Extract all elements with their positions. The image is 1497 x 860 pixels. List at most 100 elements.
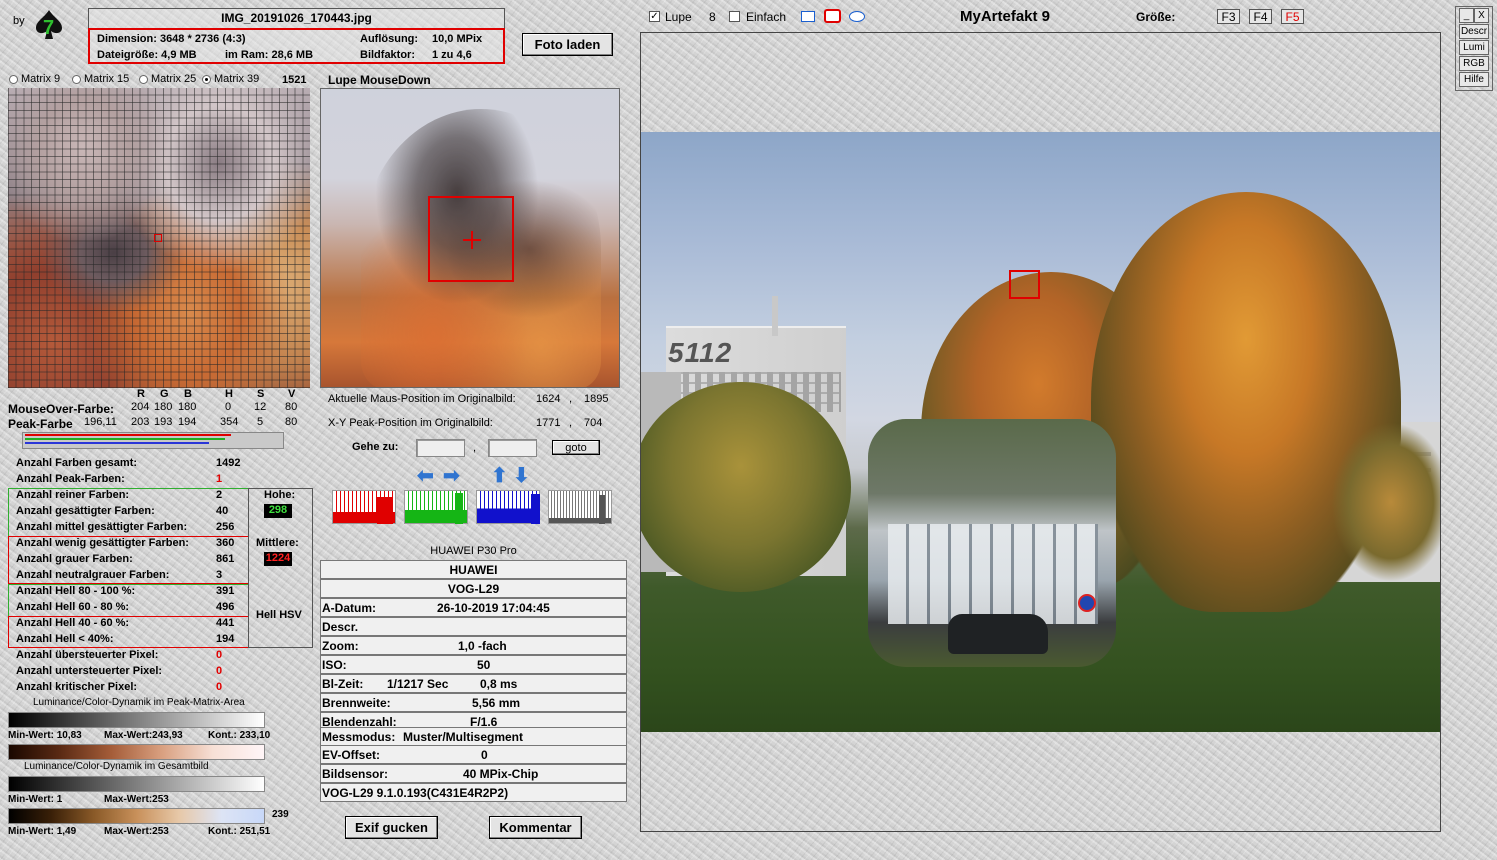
dyn-peak-title: Luminance/Color-Dynamik im Peak-Matrix-A…: [33, 697, 245, 708]
stat-peak-farben-label: Anzahl Peak-Farben:: [16, 473, 125, 485]
exif-gucken-button[interactable]: Exif gucken: [345, 816, 438, 839]
f4-button[interactable]: F4: [1249, 9, 1272, 24]
lupe-checkbox[interactable]: ✓: [649, 11, 660, 22]
stat-hell0-label: Anzahl Hell < 40%:: [16, 633, 114, 645]
stat-unter-label: Anzahl untersteuerter Pixel:: [16, 665, 163, 677]
arrow-down-icon[interactable]: ⬇: [513, 466, 530, 486]
dateigroesse-text: Dateigröße: 4,9 MB: [97, 49, 197, 61]
shape-rect-icon[interactable]: [801, 11, 815, 22]
stat-mittel-label: Anzahl mittel gesättigter Farben:: [16, 521, 188, 533]
foto-laden-button[interactable]: Foto laden: [522, 33, 613, 56]
mouseover-s: 12: [254, 401, 267, 413]
pixel-matrix[interactable]: [8, 88, 310, 388]
aufloesung-value: 10,0 MPix: [432, 33, 483, 45]
dyn-gesamt-min: Min-Wert: 1: [8, 794, 63, 805]
mittlere-label: Mittlere:: [256, 537, 299, 549]
color-header-s: S: [257, 388, 265, 400]
arrow-left-icon[interactable]: ⬅: [417, 466, 434, 486]
color-header-h: H: [225, 388, 233, 400]
exif-label: Bildsensor:: [322, 767, 389, 781]
dyn-third-max: Max-Wert:253: [104, 826, 169, 837]
arrow-right-icon[interactable]: ➡: [443, 466, 460, 486]
close-button[interactable]: X: [1474, 8, 1489, 23]
exif-sensor: Bildsensor: 40 MPix-Chip: [320, 764, 627, 783]
goto-x-input[interactable]: [416, 439, 465, 457]
peak-h: 354: [220, 416, 239, 428]
stat-hell80-label: Anzahl Hell 80 - 100 %:: [16, 585, 136, 597]
mouseover-label: MouseOver-Farbe:: [8, 402, 115, 416]
dyn-peak-min: Min-Wert: 10,83: [8, 730, 82, 741]
dyn-peak-bar: [8, 712, 265, 728]
exif-value: 26-10-2019 17:04:45: [437, 601, 550, 615]
rgb-button[interactable]: RGB: [1459, 56, 1489, 71]
file-name: IMG_20191026_170443.jpg: [221, 11, 372, 25]
peak-r: 203: [131, 416, 150, 428]
f3-button[interactable]: F3: [1217, 9, 1240, 24]
main-photo[interactable]: 5112: [641, 132, 1440, 732]
spade-logo-icon: 7: [36, 10, 62, 39]
arrow-up-icon[interactable]: ⬆: [491, 466, 508, 486]
shape-rounded-rect-icon[interactable]: [824, 9, 841, 23]
lupe-label: Lupe: [665, 10, 692, 24]
matrix-option-25[interactable]: Matrix 25: [139, 73, 196, 85]
stat-grau-label: Anzahl grauer Farben:: [16, 553, 133, 565]
dyn-peak-max: Max-Wert:243,93: [104, 730, 183, 741]
matrix-option-label: Matrix 9: [21, 73, 61, 85]
exif-value: 5,56 mm: [472, 696, 521, 710]
peak-s: 5: [257, 416, 264, 428]
dimension-text: Dimension: 3648 * 2736 (4:3): [97, 33, 246, 45]
stat-farben-gesamt-value: 1492: [216, 457, 241, 469]
hell-hsv-label: Hell HSV: [256, 609, 302, 621]
einfach-checkbox[interactable]: [729, 11, 740, 22]
peak-position-sep: ,: [569, 417, 573, 429]
lumi-button[interactable]: Lumi: [1459, 40, 1489, 55]
peak-position-x: 1771: [536, 417, 561, 429]
dyn-third-min: Min-Wert: 1,49: [8, 826, 77, 837]
exif-label: Zoom:: [322, 639, 359, 653]
lupe-view[interactable]: [320, 88, 620, 388]
histogram-red-peak: [377, 497, 393, 524]
exif-value-ms: 0,8 ms: [480, 677, 518, 691]
exif-make: HUAWEI: [320, 560, 627, 579]
kommentar-button[interactable]: Kommentar: [489, 816, 582, 839]
matrix-option-39[interactable]: Matrix 39: [202, 73, 259, 85]
peak-v: 80: [285, 416, 298, 428]
stat-gesaettigt-value: 40: [216, 505, 229, 517]
by-label: by: [13, 15, 25, 27]
maus-position-label: Aktuelle Maus-Position im Originalbild:: [328, 393, 516, 405]
shape-ellipse-icon[interactable]: [849, 11, 865, 22]
stat-ueber-label: Anzahl übersteuerter Pixel:: [16, 649, 159, 661]
matrix-option-15[interactable]: Matrix 15: [72, 73, 129, 85]
hilfe-button[interactable]: Hilfe: [1459, 72, 1489, 87]
radio-icon: [139, 74, 148, 84]
minimize-button[interactable]: _: [1459, 8, 1474, 23]
f5-button[interactable]: F5: [1281, 9, 1304, 24]
goto-sep: ,: [473, 442, 477, 454]
exif-value: 1,0 -fach: [458, 639, 507, 653]
exif-label: Bl-Zeit:: [322, 677, 364, 691]
goto-y-input[interactable]: [488, 439, 537, 457]
exif-value: 50: [477, 658, 491, 672]
goto-button[interactable]: goto: [552, 440, 600, 455]
overlay-sign-icon: [1078, 594, 1096, 612]
matrix-option-9[interactable]: Matrix 9: [9, 73, 60, 85]
groesse-label: Größe:: [1136, 10, 1176, 24]
exif-messmodus: Messmodus: Muster/Multisegment: [320, 727, 627, 746]
rgb-level-bars: [22, 432, 284, 449]
exif-label: A-Datum:: [322, 601, 376, 615]
svg-text:7: 7: [43, 17, 54, 39]
aufloesung-label: Auflösung:: [360, 33, 419, 45]
gehe-zu-label: Gehe zu:: [352, 441, 399, 453]
hohe-value: 298: [264, 504, 292, 518]
stat-hell0-value: 194: [216, 633, 235, 645]
matrix-option-label: Matrix 25: [151, 73, 197, 85]
descr-button[interactable]: Descr: [1459, 24, 1489, 39]
stat-hell80-value: 391: [216, 585, 235, 597]
peak-marker: [154, 234, 162, 242]
exif-value: 0: [481, 748, 488, 762]
exif-iso: ISO: 50: [320, 655, 627, 674]
color-header-b: B: [184, 388, 192, 400]
stat-farben-gesamt-label: Anzahl Farben gesamt:: [16, 457, 138, 469]
exif-label: Brennweite:: [322, 696, 391, 710]
peak-b: 194: [178, 416, 197, 428]
